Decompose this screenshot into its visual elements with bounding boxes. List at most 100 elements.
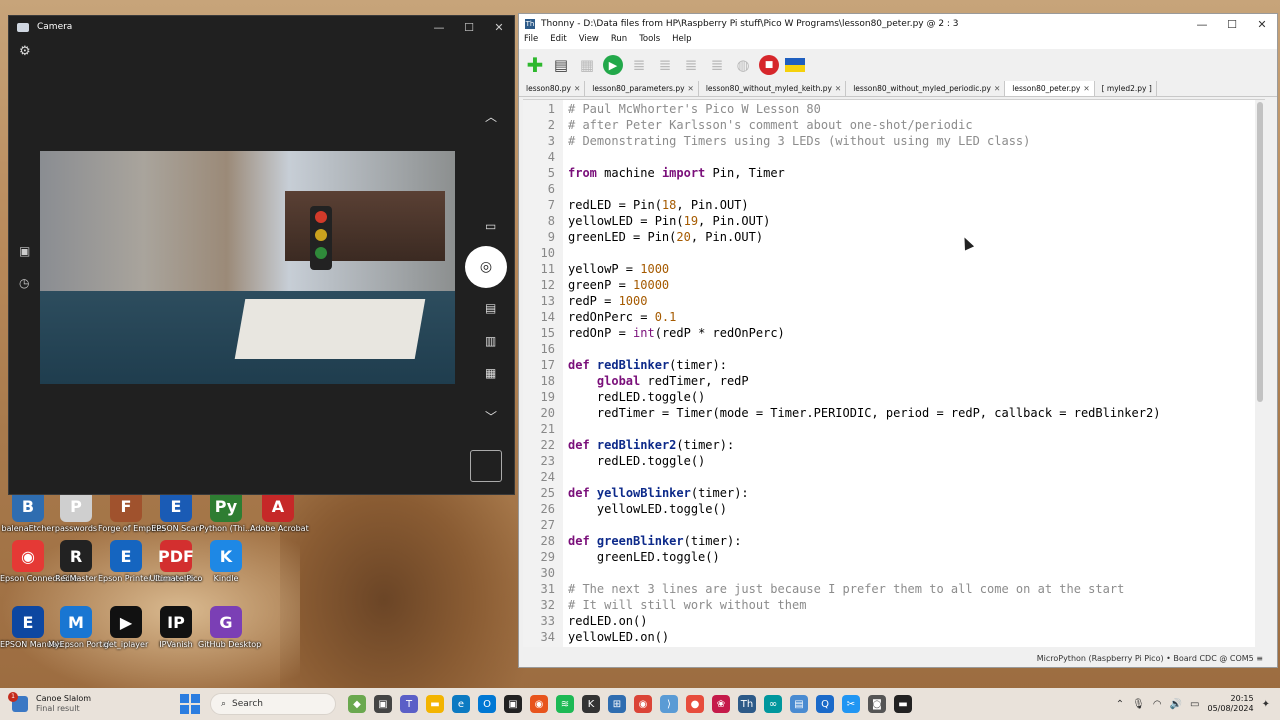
close-tab-icon[interactable]: ✕	[1083, 84, 1089, 93]
recorder-icon[interactable]: ●	[686, 695, 704, 713]
code-line[interactable]: def yellowBlinker(timer):	[568, 486, 749, 500]
editor-tab[interactable]: lesson80_parameters.py ✕	[585, 81, 699, 96]
desktop-icon[interactable]: M MyEpson Portal	[48, 606, 109, 649]
code-line[interactable]: def redBlinker(timer):	[568, 358, 727, 372]
video-mode-icon[interactable]: ▭	[485, 219, 496, 233]
raspberry-pi-icon[interactable]: ❀	[712, 695, 730, 713]
save-icon[interactable]: ▦	[577, 55, 597, 75]
code-line[interactable]: # Demonstrating Timers using 3 LEDs (wit…	[568, 134, 1030, 148]
camera-taskbar-icon[interactable]: ◙	[868, 695, 886, 713]
gear-icon[interactable]: ⚙	[19, 44, 31, 59]
arduino-icon[interactable]: ∞	[764, 695, 782, 713]
notepad-icon[interactable]: ▤	[790, 695, 808, 713]
code-line[interactable]: redP = 1000	[568, 294, 647, 308]
code-editor[interactable]: 1 2 3 4 5 6 7 8 9 10 11 12 13 14 15 16 17 18 19 20 21 22 23 24 2…	[523, 99, 1265, 647]
widgets-icon[interactable]: ◆	[348, 695, 366, 713]
outlook-icon[interactable]: O	[478, 695, 496, 713]
terminal-icon[interactable]: ▬	[894, 695, 912, 713]
desktop-icon[interactable]: E Epson Printer Connectio...	[98, 540, 202, 583]
close-tab-icon[interactable]: ✕	[688, 84, 694, 93]
code-line[interactable]: redLED.toggle()	[568, 390, 705, 404]
run-icon[interactable]: ▶	[603, 55, 623, 75]
ukraine-flag-icon[interactable]	[785, 55, 805, 75]
desktop-icon[interactable]: F Forge of Empires	[98, 490, 166, 533]
capture-button[interactable]: ◎	[465, 246, 507, 288]
minimize-button[interactable]: —	[1187, 18, 1217, 31]
stop-icon[interactable]: ■	[759, 55, 779, 75]
task-view-icon[interactable]: ▣	[374, 695, 392, 713]
wifi-icon[interactable]: ◠	[1153, 699, 1162, 710]
desktop-icon[interactable]: IP IPVanish	[148, 606, 204, 649]
chrome-icon[interactable]: ◉	[634, 695, 652, 713]
desktop-icon[interactable]: R RecMaster	[48, 540, 104, 583]
desktop-icon[interactable]: G GitHub Desktop	[198, 606, 261, 649]
code-line[interactable]: greenLED.toggle()	[568, 550, 720, 564]
desktop-icon[interactable]: Ppasswords	[48, 490, 104, 533]
code-line[interactable]: yellowLED = Pin(19, Pin.OUT)	[568, 214, 770, 228]
editor-tab[interactable]: lesson80_without_myled_periodic.py ✕	[846, 81, 1006, 96]
close-tab-icon[interactable]: ✕	[994, 84, 1000, 93]
maximize-button[interactable]: ☐	[454, 21, 484, 34]
clock[interactable]: 20:15 05/08/2024	[1208, 694, 1254, 714]
code-line[interactable]: redLED.on()	[568, 614, 647, 628]
kindle-taskbar-icon[interactable]: K	[582, 695, 600, 713]
thonny-taskbar-icon[interactable]: Th	[738, 695, 756, 713]
last-capture-thumbnail[interactable]	[470, 450, 502, 482]
chevron-up-icon[interactable]: ⌃	[1116, 699, 1124, 710]
code-line[interactable]: def greenBlinker(timer):	[568, 534, 741, 548]
chevron-up-icon[interactable]: ︿	[485, 108, 497, 125]
editor-tab[interactable]: lesson80_without_myled_keith.py ✕	[699, 81, 847, 96]
new-file-icon[interactable]: ✚	[525, 53, 545, 77]
app-icon[interactable]: ▣	[504, 695, 522, 713]
windows-start-icon[interactable]	[180, 694, 200, 714]
code-line[interactable]: redOnP = int(redP * redOnPerc)	[568, 326, 785, 340]
load-icon[interactable]: ▤	[551, 55, 571, 75]
status-text[interactable]: MicroPython (Raspberry Pi Pico) • Board …	[1037, 654, 1263, 663]
microphone-icon[interactable]: 🎙	[1132, 699, 1145, 710]
code-line[interactable]: yellowLED.on()	[568, 630, 669, 644]
desktop-icon[interactable]: E EPSON Scan	[148, 490, 204, 533]
hdr-off-icon[interactable]: ▣	[19, 244, 30, 258]
spotify-icon[interactable]: ≋	[556, 695, 574, 713]
menu-item[interactable]: File	[524, 34, 538, 49]
close-button[interactable]: ✕	[1247, 18, 1277, 31]
edge-icon[interactable]: e	[452, 695, 470, 713]
code-line[interactable]: from machine import Pin, Timer	[568, 166, 785, 180]
close-button[interactable]: ✕	[484, 21, 514, 34]
menu-item[interactable]: Help	[672, 34, 691, 49]
resume-icon[interactable]: ◍	[733, 55, 753, 75]
code-line[interactable]: global redTimer, redP	[568, 374, 749, 388]
file-explorer-icon[interactable]: ▬	[426, 695, 444, 713]
step-out-icon[interactable]: ≣	[707, 55, 727, 75]
code-line[interactable]: # The next 3 lines are just because I pr…	[568, 582, 1124, 596]
news-widget[interactable]: 1 Canoe Slalom Final result	[0, 692, 180, 714]
code-line[interactable]: redOnPerc = 0.1	[568, 310, 676, 324]
code-line[interactable]: def redBlinker2(timer):	[568, 438, 734, 452]
editor-tab[interactable]: [ myled2.py ]	[1095, 81, 1157, 96]
desktop-icon[interactable]: Py Python (Thi...	[198, 490, 254, 533]
code-line[interactable]: greenP = 10000	[568, 278, 669, 292]
code-line[interactable]: redLED.toggle()	[568, 454, 705, 468]
chevron-down-icon[interactable]: ﹀	[485, 408, 497, 425]
qr-code-icon[interactable]: ▦	[485, 366, 496, 380]
teams-icon[interactable]: T	[400, 695, 418, 713]
code-line[interactable]: greenLED = Pin(20, Pin.OUT)	[568, 230, 763, 244]
minimize-button[interactable]: —	[424, 21, 454, 34]
desktop-icon[interactable]: A Adobe Acrobat	[250, 490, 309, 533]
menu-item[interactable]: Run	[611, 34, 627, 49]
step-over-icon[interactable]: ≣	[655, 55, 675, 75]
copilot-icon[interactable]: ✦	[1262, 699, 1270, 710]
taskbar-search[interactable]: ⌕ Search	[210, 693, 336, 715]
firefox-icon[interactable]: ◉	[530, 695, 548, 713]
step-into-icon[interactable]: ≣	[681, 55, 701, 75]
store-icon[interactable]: ⊞	[608, 695, 626, 713]
editor-scrollbar[interactable]	[1255, 100, 1265, 647]
editor-tab[interactable]: lesson80.py ✕	[519, 81, 586, 96]
desktop-icon[interactable]: ▶ get_iplayer	[98, 606, 154, 649]
code-line[interactable]: redLED = Pin(18, Pin.OUT)	[568, 198, 749, 212]
quickassist-icon[interactable]: Q	[816, 695, 834, 713]
whiteboard-mode-icon[interactable]: ▥	[485, 334, 496, 348]
document-mode-icon[interactable]: ▤	[485, 301, 496, 315]
close-tab-icon[interactable]: ✕	[574, 84, 580, 93]
code-line[interactable]: yellowLED.toggle()	[568, 502, 727, 516]
